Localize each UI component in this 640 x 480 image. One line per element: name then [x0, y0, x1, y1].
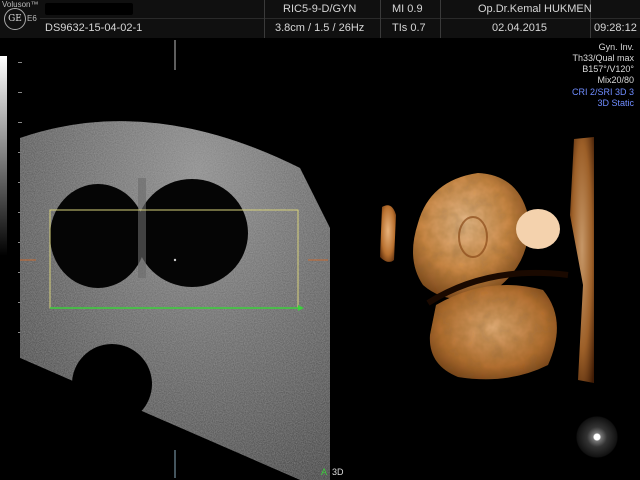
header-bar: Voluson™ GE E6 DS9632-15-04-02-1 RIC5-9-… [0, 0, 640, 38]
header-divider [440, 0, 441, 38]
brand-label: Voluson™ [2, 0, 39, 9]
follicle-left [50, 184, 146, 288]
3d-render-view [380, 137, 594, 383]
header-divider [264, 0, 265, 38]
side-info-5: 3D Static [597, 98, 634, 108]
probe-orientation-icon [576, 416, 618, 458]
side-info-2: B157°/V120° [582, 64, 634, 74]
header-divider [40, 18, 640, 19]
depth-freq-label: 3.8cm / 1.5 / 26Hz [275, 22, 365, 34]
date-label: 02.04.2015 [492, 22, 548, 34]
patient-id: DS9632-15-04-02-1 [45, 22, 143, 34]
view-marker-label: A [321, 467, 328, 477]
ge-logo-icon: GE [4, 8, 26, 30]
side-info-4: CRI 2/SRI 3D 3 [571, 87, 634, 97]
bmode-sector-image [0, 40, 330, 480]
side-info-3: Mix20/80 [597, 75, 634, 85]
view-mode-label: 3D [332, 467, 344, 477]
mi-label: MI 0.9 [392, 3, 423, 15]
follicle-right [136, 179, 248, 287]
side-info-1: Th33/Qual max [572, 53, 634, 63]
operator-label: Op.Dr.Kemal HUKMEN [478, 3, 592, 15]
header-divider [380, 0, 381, 38]
side-info-0: Gyn. Inv. [598, 42, 634, 52]
tis-label: TIs 0.7 [392, 22, 426, 34]
probe-label: RIC5-9-D/GYN [283, 3, 357, 15]
patient-name-redacted [45, 3, 133, 15]
model-label: E6 [27, 14, 37, 23]
acoustic-shadow [72, 344, 152, 424]
time-label: 09:28:12 [594, 22, 637, 34]
